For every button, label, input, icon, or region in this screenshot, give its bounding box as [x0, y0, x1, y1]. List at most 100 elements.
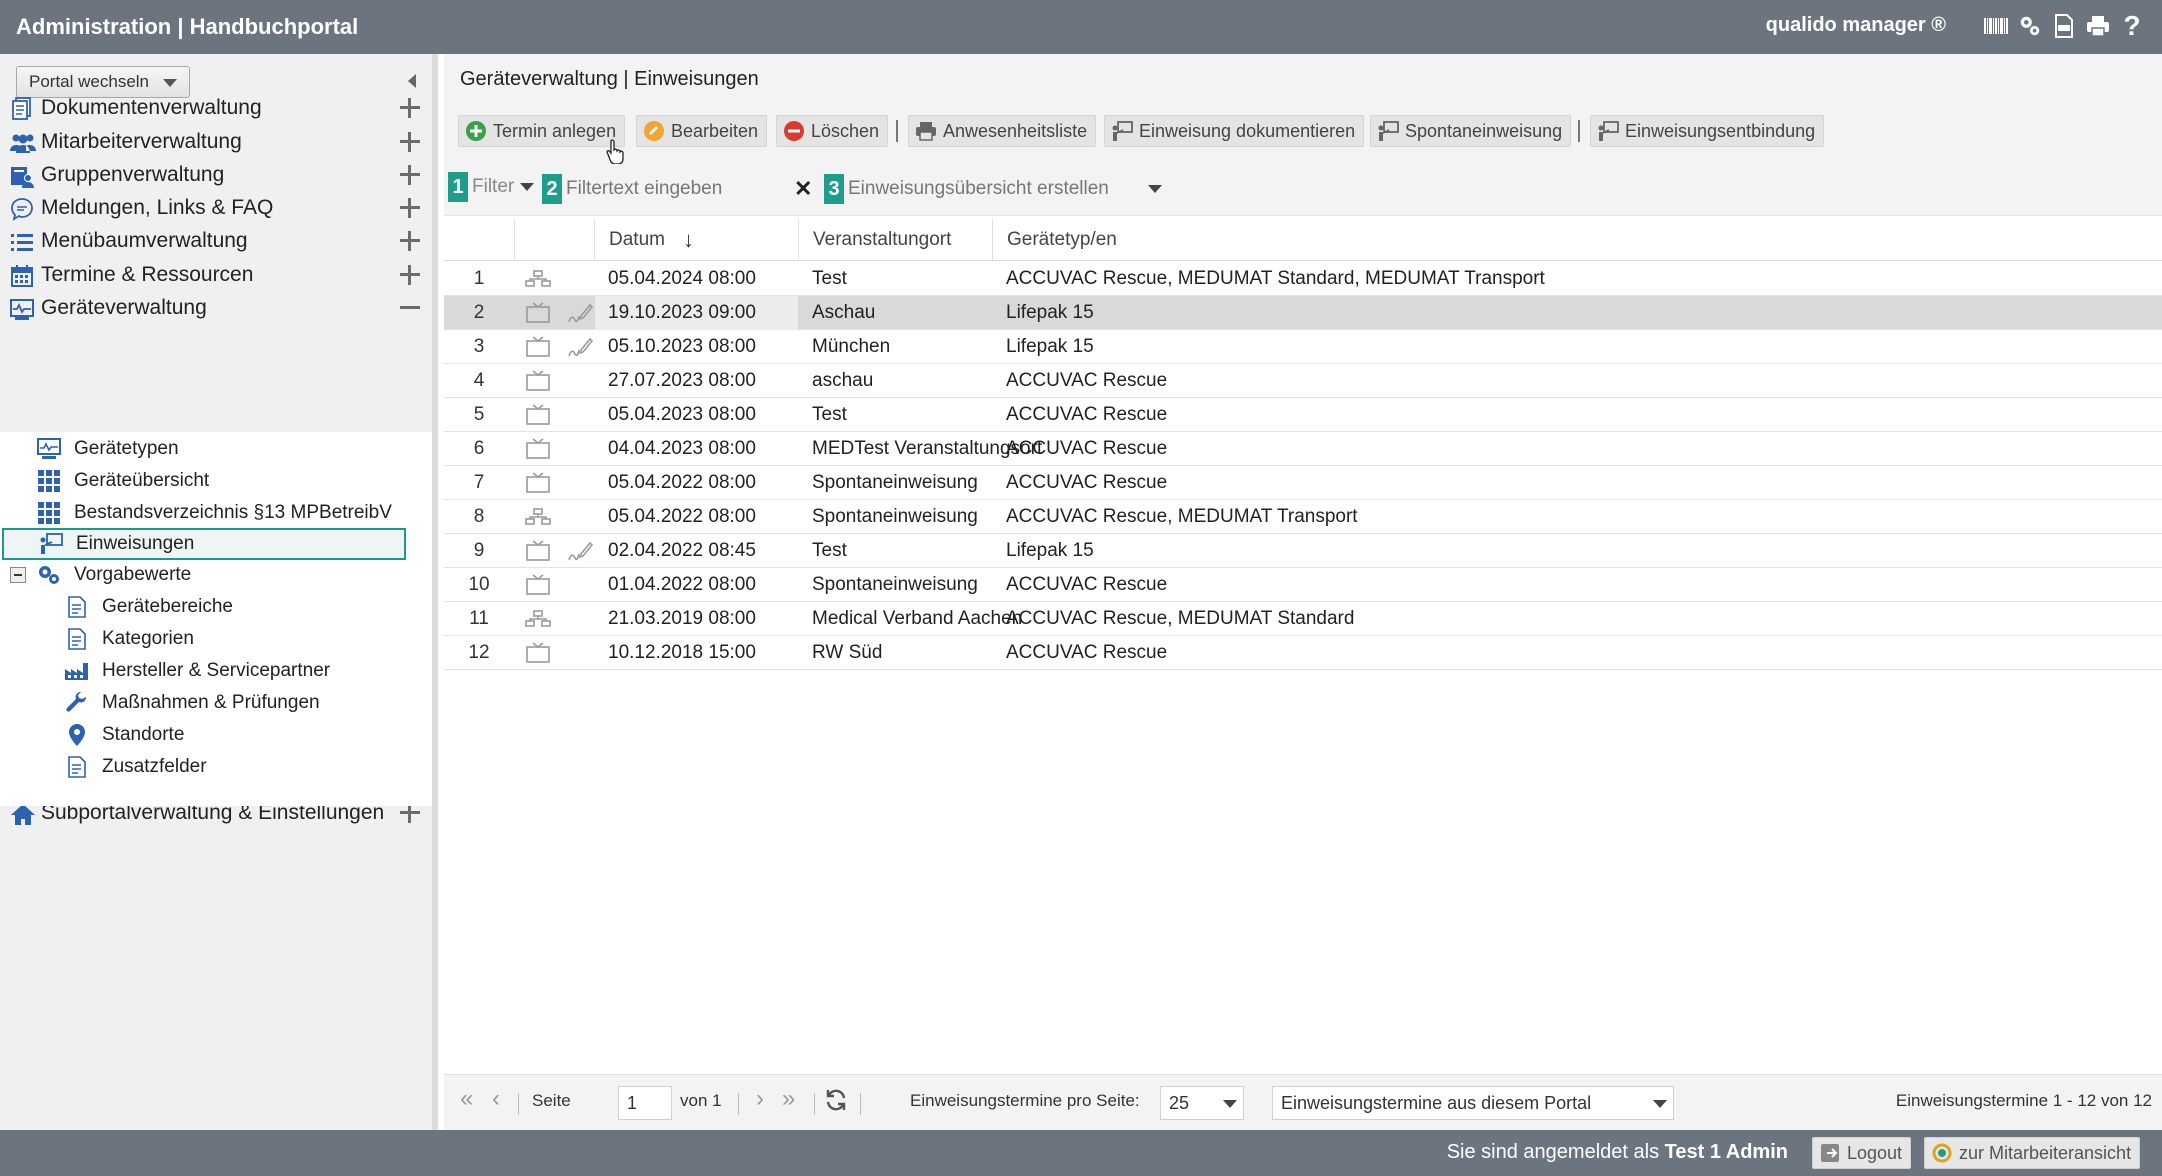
submenu-item-1[interactable]: Geräteübersicht	[36, 466, 209, 496]
settings-cogs-icon[interactable]	[2018, 12, 2042, 40]
device-instruction-icon[interactable]	[518, 466, 558, 500]
table-row[interactable]: 4 27.07.2023 08:00 aschau ACCUVAC Rescue	[444, 364, 2162, 398]
submenu-item-6[interactable]: Kategorien	[64, 624, 194, 654]
portal-scope-select[interactable]: Einweisungstermine aus diesem Portal	[1272, 1086, 1674, 1120]
row-number: 3	[473, 336, 485, 357]
device-instruction-icon[interactable]	[518, 398, 558, 432]
signature-icon[interactable]	[560, 534, 600, 568]
list-icon	[10, 230, 34, 254]
signature-icon[interactable]	[560, 296, 600, 330]
group-instruction-icon[interactable]	[518, 262, 558, 296]
logout-button[interactable]: Logout	[1812, 1137, 1912, 1169]
device-instruction-icon[interactable]	[518, 636, 558, 670]
clear-icon[interactable]: ✕	[794, 176, 812, 202]
overview-select[interactable]: Einweisungsübersicht erstellen	[844, 174, 1172, 204]
expand-plus-icon[interactable]	[400, 165, 420, 185]
instruction-icon	[1377, 120, 1399, 142]
first-page-icon[interactable]: «	[460, 1085, 473, 1113]
last-page-icon[interactable]: »	[782, 1085, 795, 1113]
submenu-item-0[interactable]: Gerätetypen	[36, 434, 179, 464]
device-instruction-icon[interactable]	[518, 364, 558, 398]
group-instruction-icon[interactable]	[518, 500, 558, 534]
table-row[interactable]: 11 21.03.2019 08:00 Medical Verband Aachen…	[444, 602, 2162, 636]
top-bar: Administration | Handbuchportal qualido …	[0, 0, 2162, 54]
header-devices[interactable]: Gerätetyp/en	[992, 219, 2162, 261]
per-page-select[interactable]: 25	[1160, 1086, 1244, 1120]
page-input[interactable]: 1	[618, 1086, 672, 1120]
submenu-item-3[interactable]: Einweisungen	[2, 528, 406, 560]
table-row[interactable]: 6 04.04.2023 08:00 MEDTest Veranstaltungso…	[444, 432, 2162, 466]
table-row[interactable]: 5 05.04.2023 08:00 Test ACCUVAC Rescue	[444, 398, 2162, 432]
row-date: 19.10.2023 09:00	[595, 296, 798, 330]
document-instruction-button[interactable]: Einweisung dokumentieren	[1104, 115, 1365, 147]
table-header: Datum ↓ Veranstaltungort Gerätetyp/en	[444, 219, 2162, 261]
submenu-item-5[interactable]: Gerätebereiche	[64, 592, 233, 622]
step-badge-1: 1	[448, 172, 468, 202]
row-date: 02.04.2022 08:45	[608, 540, 756, 561]
header-place[interactable]: Veranstaltungort	[798, 219, 992, 261]
delete-button[interactable]: Löschen	[776, 115, 889, 147]
portal-scope-value: Einweisungstermine aus diesem Portal	[1281, 1092, 1592, 1113]
submenu-item-4[interactable]: Vorgabewerte	[10, 560, 191, 590]
device-instruction-icon[interactable]	[518, 534, 558, 568]
employee-view-button[interactable]: zur Mitarbeiteransicht	[1924, 1137, 2141, 1169]
next-page-icon[interactable]: ›	[756, 1085, 764, 1113]
table-row[interactable]: 12 10.12.2018 15:00 RW Süd ACCUVAC Rescue	[444, 636, 2162, 670]
expand-plus-icon[interactable]	[400, 803, 420, 823]
expand-plus-icon[interactable]	[400, 231, 420, 251]
group-instruction-icon[interactable]	[518, 602, 558, 636]
pdf-icon[interactable]	[2052, 12, 2076, 40]
table-row[interactable]: 9 02.04.2022 08:45 Test Lifepak 15	[444, 534, 2162, 568]
spontaneous-instruction-button[interactable]: Spontaneinweisung	[1370, 115, 1572, 147]
device-instruction-icon[interactable]	[518, 432, 558, 466]
submenu-item-7[interactable]: Hersteller & Servicepartner	[64, 656, 330, 686]
submenu-item-2[interactable]: Bestandsverzeichnis §13 MPBetreibV	[36, 498, 392, 528]
row-date: 21.03.2019 08:00	[608, 608, 756, 629]
prev-page-icon[interactable]: ‹	[492, 1085, 500, 1113]
device-instruction-icon[interactable]	[518, 296, 558, 330]
delete-label: Löschen	[811, 120, 880, 141]
table-row[interactable]: 3 05.10.2023 08:00 München Lifepak 15	[444, 330, 2162, 364]
edit-button[interactable]: Bearbeiten	[636, 115, 768, 147]
submenu-item-label: Standorte	[102, 724, 185, 745]
app-title: Administration | Handbuchportal	[16, 14, 359, 39]
expand-plus-icon[interactable]	[400, 132, 420, 152]
pager-separator	[860, 1093, 861, 1115]
device-instruction-icon[interactable]	[518, 568, 558, 602]
of-pages-label: von 1	[680, 1091, 722, 1110]
expand-plus-icon[interactable]	[400, 265, 420, 285]
submenu-item-9[interactable]: Standorte	[64, 720, 184, 750]
submenu-item-label: Bestandsverzeichnis §13 MPBetreibV	[74, 502, 392, 523]
barcode-icon[interactable]	[1984, 12, 2008, 40]
new-appointment-button[interactable]: Termin anlegen	[458, 115, 626, 147]
step-badge-2: 2	[542, 174, 562, 204]
table-row[interactable]: 10 01.04.2022 08:00 Spontaneinweisung ACCUV…	[444, 568, 2162, 602]
header-date[interactable]: Datum ↓	[594, 219, 798, 261]
instruction-release-button[interactable]: Einweisungsentbindung	[1590, 115, 1825, 147]
submenu-item-label: Geräteübersicht	[74, 470, 210, 491]
table-row[interactable]: 2 19.10.2023 09:00 Aschau Lifepak 15	[444, 296, 2162, 330]
refresh-icon[interactable]	[824, 1088, 848, 1112]
table-row[interactable]: 1 05.04.2024 08:00 Test ACCUVAC Rescue, MED…	[444, 262, 2162, 296]
chevron-down-icon	[1653, 1100, 1667, 1108]
help-icon[interactable]: ?	[2120, 10, 2144, 41]
tree-collapse-icon[interactable]	[10, 567, 26, 583]
sidebar-item-6[interactable]: Geräteverwaltung	[0, 286, 432, 330]
submenu-item-8[interactable]: Maßnahmen & Prüfungen	[64, 688, 320, 718]
row-place: Aschau	[812, 302, 876, 323]
sidebar-item-label: Mitarbeiterverwaltung	[41, 130, 242, 153]
table-row[interactable]: 7 05.04.2022 08:00 Spontaneinweisung ACCUVA…	[444, 466, 2162, 500]
print-icon	[915, 120, 937, 142]
sidebar-item-label: Meldungen, Links & FAQ	[41, 196, 274, 219]
device-instruction-icon[interactable]	[518, 330, 558, 364]
table-row[interactable]: 8 05.04.2022 08:00 Spontaneinweisung ACCUVA…	[444, 500, 2162, 534]
signature-icon[interactable]	[560, 330, 600, 364]
filter-dropdown[interactable]: Filter	[468, 172, 538, 202]
filter-text-input[interactable]: Filtertext eingeben ✕	[562, 174, 818, 204]
collapse-minus-icon[interactable]	[400, 298, 420, 318]
print-icon[interactable]	[2086, 12, 2110, 40]
submenu-item-10[interactable]: Zusatzfelder	[64, 752, 207, 782]
attendance-list-button[interactable]: Anwesenheitsliste	[908, 115, 1097, 147]
expand-plus-icon[interactable]	[400, 198, 420, 218]
expand-plus-icon[interactable]	[400, 98, 420, 118]
